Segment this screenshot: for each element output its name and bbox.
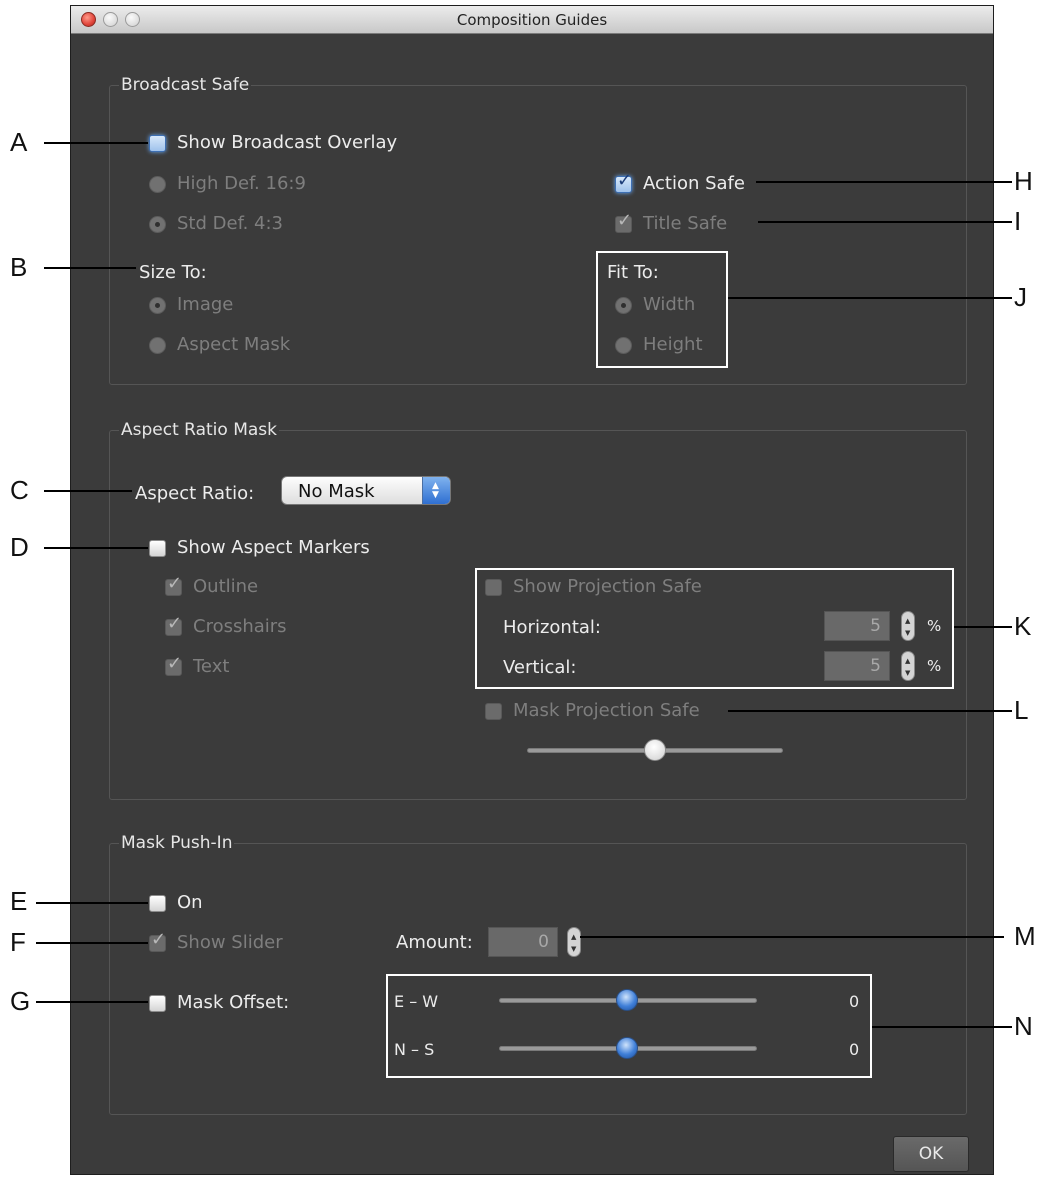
callout-line-m — [580, 936, 1004, 938]
callout-g: G — [10, 986, 31, 1016]
mask-offset-label: Mask Offset: — [177, 992, 290, 1013]
popup-arrows-icon: ▲ ▼ — [422, 477, 450, 504]
callout-a: A — [10, 127, 28, 157]
ok-button[interactable]: OK — [893, 1136, 969, 1172]
callout-l: L — [1014, 695, 1029, 725]
crosshairs-label: Crosshairs — [193, 616, 287, 637]
text-checkbox[interactable]: ✓ — [165, 654, 182, 676]
size-to-aspect-mask-label: Aspect Mask — [177, 334, 291, 355]
callout-line-j — [728, 297, 1012, 299]
callout-k: K — [1014, 611, 1032, 641]
checkmark-icon: ✓ — [167, 653, 183, 674]
callout-e: E — [10, 886, 28, 916]
aspect-ratio-popup[interactable]: No Mask ▲ ▼ — [281, 476, 451, 505]
callout-line-n — [872, 1026, 1012, 1028]
callout-line-k — [954, 626, 1012, 628]
high-def-label: High Def. 16:9 — [177, 173, 306, 194]
text-label: Text — [193, 656, 230, 677]
title-safe-label: Title Safe — [643, 213, 728, 234]
aspect-ratio-value: No Mask — [298, 481, 375, 502]
high-def-radio[interactable] — [149, 176, 166, 193]
callout-c: C — [10, 475, 29, 505]
crosshairs-checkbox[interactable]: ✓ — [165, 614, 182, 636]
callout-b: B — [10, 252, 28, 282]
callout-line-f — [36, 942, 148, 944]
checkmark-icon: ✓ — [167, 613, 183, 634]
callout-n: N — [1014, 1011, 1033, 1041]
mask-projection-safe-label: Mask Projection Safe — [513, 700, 700, 721]
checkmark-icon: ✓ — [617, 210, 633, 231]
size-to-image-radio[interactable] — [149, 297, 166, 314]
show-aspect-markers-label: Show Aspect Markers — [177, 537, 370, 558]
checkmark-icon: ✓ — [151, 929, 167, 950]
callout-line-e — [36, 902, 148, 904]
callout-h: H — [1014, 166, 1033, 196]
show-slider-label: Show Slider — [177, 932, 283, 953]
amount-stepper[interactable]: ▲ ▼ — [567, 927, 581, 957]
outline-checkbox[interactable]: ✓ — [165, 574, 182, 596]
callout-line-d — [44, 547, 148, 549]
mask-offset-checkbox[interactable] — [149, 995, 166, 1012]
window-title: Composition Guides — [456, 11, 608, 29]
callout-line-g — [36, 1001, 148, 1003]
size-to-aspect-mask-radio[interactable] — [149, 337, 166, 354]
amount-label: Amount: — [396, 932, 473, 953]
callout-i: I — [1014, 206, 1022, 236]
projection-safe-highlight-box — [475, 568, 954, 689]
mask-projection-safe-checkbox[interactable] — [485, 703, 502, 720]
show-broadcast-overlay-label: Show Broadcast Overlay — [177, 132, 398, 153]
callout-line-i — [758, 221, 1012, 223]
mask-offset-highlight-box — [386, 974, 872, 1078]
callout-j: J — [1014, 282, 1027, 312]
projection-opacity-knob[interactable] — [644, 739, 666, 761]
push-in-on-checkbox[interactable] — [149, 895, 166, 912]
show-slider-checkbox[interactable]: ✓ — [149, 930, 166, 952]
broadcast-safe-legend: Broadcast Safe — [119, 75, 252, 95]
size-to-label: Size To: — [139, 262, 207, 283]
callout-f: F — [10, 927, 26, 957]
aspect-ratio-label: Aspect Ratio: — [135, 483, 255, 504]
show-broadcast-overlay-checkbox[interactable] — [149, 135, 166, 152]
action-safe-checkbox[interactable]: ✓ — [615, 171, 632, 193]
fit-to-highlight-box — [596, 251, 728, 368]
title-bar[interactable]: Composition Guides — [71, 6, 993, 34]
amount-field[interactable]: 0 — [488, 927, 558, 957]
checkmark-icon: ✓ — [617, 170, 633, 191]
action-safe-label: Action Safe — [643, 173, 745, 194]
outline-label: Outline — [193, 576, 259, 597]
callout-line-b — [44, 267, 136, 269]
callout-m: M — [1014, 921, 1036, 951]
callout-line-l — [728, 710, 1012, 712]
callout-d: D — [10, 532, 29, 562]
checkmark-icon: ✓ — [167, 573, 183, 594]
callout-line-h — [756, 181, 1012, 183]
mask-push-in-legend: Mask Push-In — [119, 833, 235, 853]
std-def-label: Std Def. 4:3 — [177, 213, 284, 234]
show-aspect-markers-checkbox[interactable] — [149, 540, 166, 557]
callout-line-a — [44, 142, 148, 144]
aspect-ratio-mask-legend: Aspect Ratio Mask — [119, 420, 279, 440]
size-to-image-label: Image — [177, 294, 234, 315]
push-in-on-label: On — [177, 892, 203, 913]
std-def-radio[interactable] — [149, 216, 166, 233]
callout-line-c — [44, 490, 132, 492]
title-safe-checkbox[interactable]: ✓ — [615, 211, 632, 233]
